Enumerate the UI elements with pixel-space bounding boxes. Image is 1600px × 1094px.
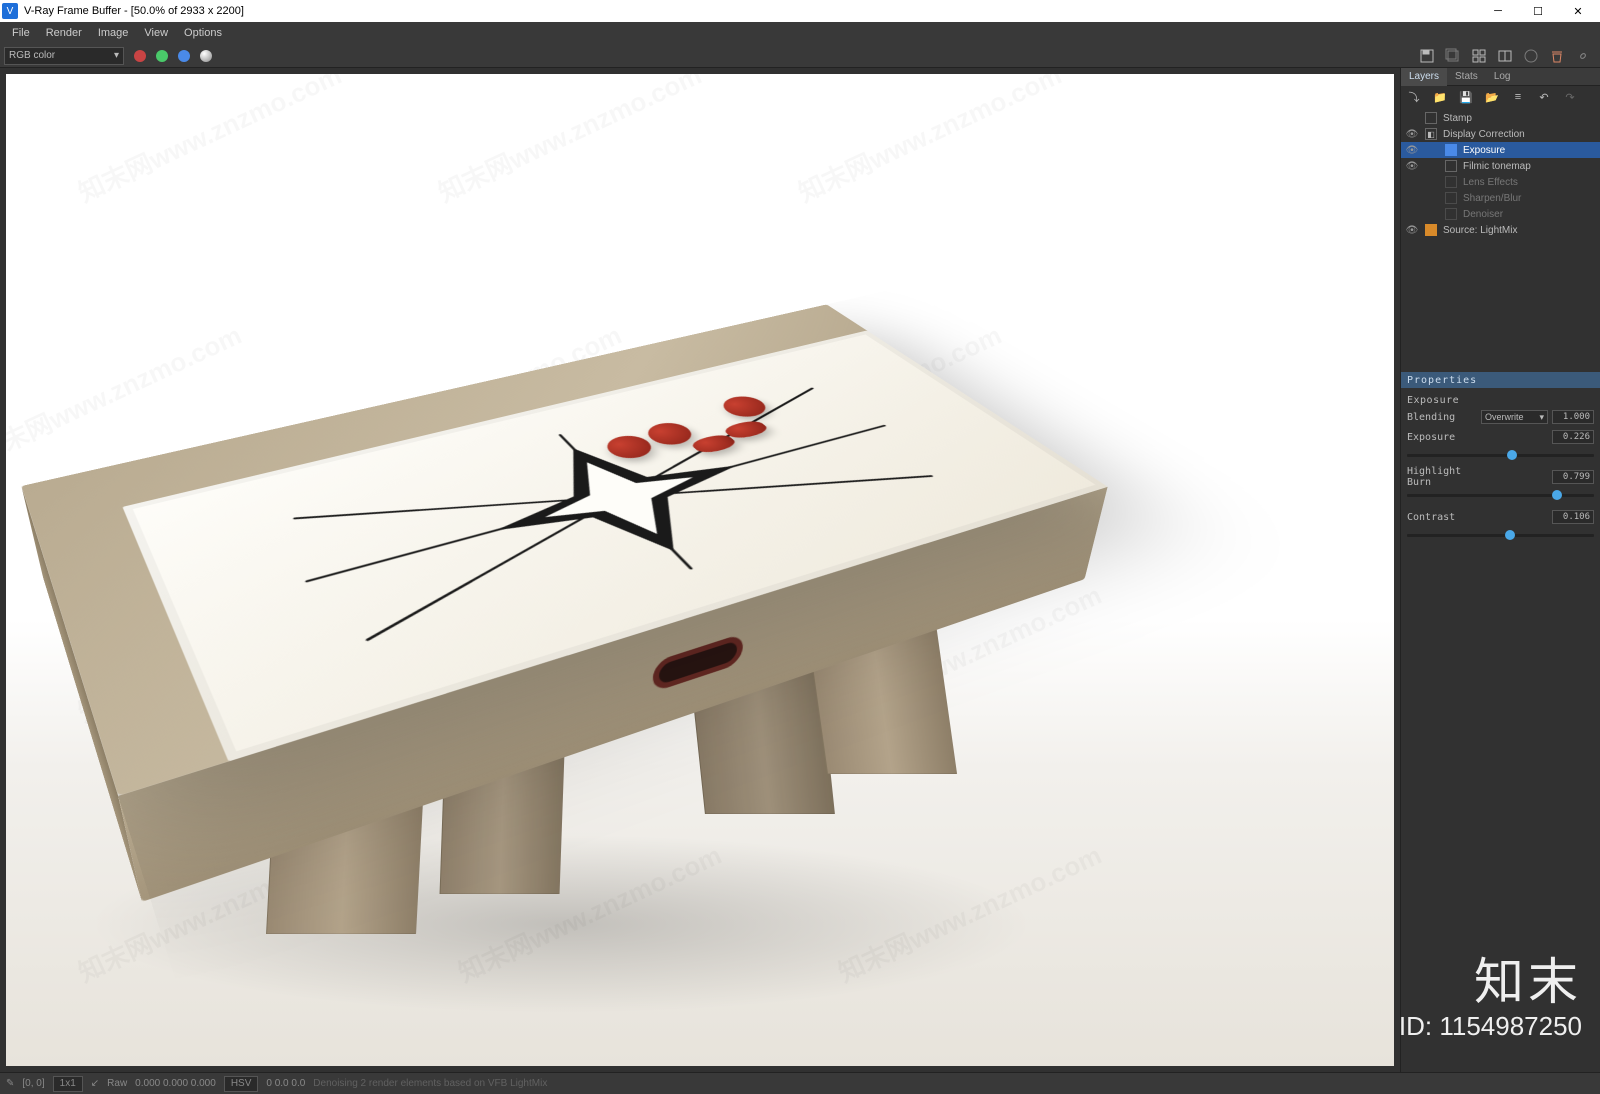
watermark: 知末网www.znzmo.com xyxy=(792,74,1067,210)
load-preset-icon[interactable]: 📂 xyxy=(1481,87,1503,107)
properties-group: Exposure xyxy=(1407,392,1594,408)
exposure-value[interactable]: 0.226 xyxy=(1552,430,1594,444)
curve-icon[interactable]: ↙ xyxy=(91,1078,99,1089)
menu-file[interactable]: File xyxy=(4,23,38,43)
history-a-icon[interactable] xyxy=(1519,46,1543,66)
layers-tree: Stamp 👁◧Display Correction 👁Exposure 👁Fi… xyxy=(1401,108,1600,240)
watermark: 知末网www.znzmo.com xyxy=(72,74,347,210)
watermark: 知末网www.znzmo.com xyxy=(432,74,707,210)
properties-header: Properties xyxy=(1401,372,1600,388)
tab-layers[interactable]: Layers xyxy=(1401,68,1447,86)
highlight-value[interactable]: 0.799 xyxy=(1552,470,1594,484)
highlight-slider[interactable] xyxy=(1407,488,1594,502)
list-icon[interactable]: ≡ xyxy=(1507,87,1529,107)
redo-icon[interactable]: ↷ xyxy=(1559,87,1581,107)
mono-channel-dot[interactable] xyxy=(200,50,212,62)
side-panel: Layers Stats Log ⤵ 📁 💾 📂 ≡ ↶ ↷ Stamp 👁◧D… xyxy=(1400,68,1600,1072)
blue-channel-dot[interactable] xyxy=(178,50,190,62)
folder-icon[interactable]: 📁 xyxy=(1429,87,1451,107)
menu-view[interactable]: View xyxy=(136,23,176,43)
render-image: 知末网www.znzmo.com 知末网www.znzmo.com 知末网www… xyxy=(6,74,1394,1066)
green-channel-dot[interactable] xyxy=(156,50,168,62)
red-channel-dot[interactable] xyxy=(134,50,146,62)
status-raw-values: 0.000 0.000 0.000 xyxy=(135,1078,216,1089)
compare-icon[interactable] xyxy=(1493,46,1517,66)
close-button[interactable]: ✕ xyxy=(1558,0,1598,22)
render-viewport[interactable]: 知末网www.znzmo.com 知末网www.znzmo.com 知末网www… xyxy=(0,68,1400,1072)
contrast-value[interactable]: 0.106 xyxy=(1552,510,1594,524)
pixel-probe-icon[interactable]: ✎ xyxy=(6,1078,14,1089)
layer-sharpen-blur[interactable]: Sharpen/Blur xyxy=(1401,190,1600,206)
layer-denoiser[interactable]: Denoiser xyxy=(1401,206,1600,222)
channel-value: RGB color xyxy=(9,50,55,61)
status-raw-label: Raw xyxy=(107,1078,127,1089)
exposure-label: Exposure xyxy=(1407,432,1477,443)
channel-select[interactable]: RGB color▾ xyxy=(4,47,124,65)
save-preset-icon[interactable]: 💾 xyxy=(1455,87,1477,107)
status-hsv-values: 0 0.0 0.0 xyxy=(266,1078,305,1089)
layer-lens-effects[interactable]: Lens Effects xyxy=(1401,174,1600,190)
properties-panel: Exposure Blending Overwrite▾ 1.000 Expos… xyxy=(1401,388,1600,552)
layer-source[interactable]: 👁Source: LightMix xyxy=(1401,222,1600,238)
save-all-icon[interactable] xyxy=(1441,46,1465,66)
layer-stamp[interactable]: Stamp xyxy=(1401,110,1600,126)
maximize-button[interactable]: ☐ xyxy=(1518,0,1558,22)
title-bar: V V-Ray Frame Buffer - [50.0% of 2933 x … xyxy=(0,0,1600,22)
menu-image[interactable]: Image xyxy=(90,23,137,43)
menu-options[interactable]: Options xyxy=(176,23,230,43)
region-render-icon[interactable] xyxy=(1467,46,1491,66)
app-logo: V xyxy=(2,3,18,19)
add-layer-icon[interactable]: ⤵ xyxy=(1403,87,1425,107)
contrast-slider[interactable] xyxy=(1407,528,1594,542)
save-icon[interactable] xyxy=(1415,46,1439,66)
blending-amount[interactable]: 1.000 xyxy=(1552,410,1594,424)
zoom-ratio[interactable]: 1x1 xyxy=(53,1076,83,1092)
highlight-label: Highlight Burn xyxy=(1407,466,1477,488)
panel-tabs: Layers Stats Log xyxy=(1401,68,1600,86)
layer-display-correction[interactable]: 👁◧Display Correction xyxy=(1401,126,1600,142)
minimize-button[interactable]: ─ xyxy=(1478,0,1518,22)
window-title: V-Ray Frame Buffer - [50.0% of 2933 x 22… xyxy=(24,5,244,17)
status-bar: ✎ [0, 0] 1x1 ↙ Raw 0.000 0.000 0.000 HSV… xyxy=(0,1072,1600,1094)
exposure-slider[interactable] xyxy=(1407,448,1594,462)
layer-exposure[interactable]: 👁Exposure xyxy=(1401,142,1600,158)
blending-label: Blending xyxy=(1407,412,1477,423)
link-icon[interactable] xyxy=(1571,46,1595,66)
status-hsv-label[interactable]: HSV xyxy=(224,1076,259,1092)
menu-bar: File Render Image View Options xyxy=(0,22,1600,44)
tab-stats[interactable]: Stats xyxy=(1447,68,1486,86)
layer-filmic[interactable]: 👁Filmic tonemap xyxy=(1401,158,1600,174)
contrast-label: Contrast xyxy=(1407,512,1477,523)
undo-icon[interactable]: ↶ xyxy=(1533,87,1555,107)
main-toolbar: RGB color▾ xyxy=(0,44,1600,68)
menu-render[interactable]: Render xyxy=(38,23,90,43)
status-coords: [0, 0] xyxy=(22,1078,44,1089)
blending-select[interactable]: Overwrite▾ xyxy=(1481,410,1548,424)
clear-icon[interactable] xyxy=(1545,46,1569,66)
panel-toolbar: ⤵ 📁 💾 📂 ≡ ↶ ↷ xyxy=(1401,86,1600,108)
status-message: Denoising 2 render elements based on VFB… xyxy=(313,1078,547,1089)
tab-log[interactable]: Log xyxy=(1486,68,1519,86)
